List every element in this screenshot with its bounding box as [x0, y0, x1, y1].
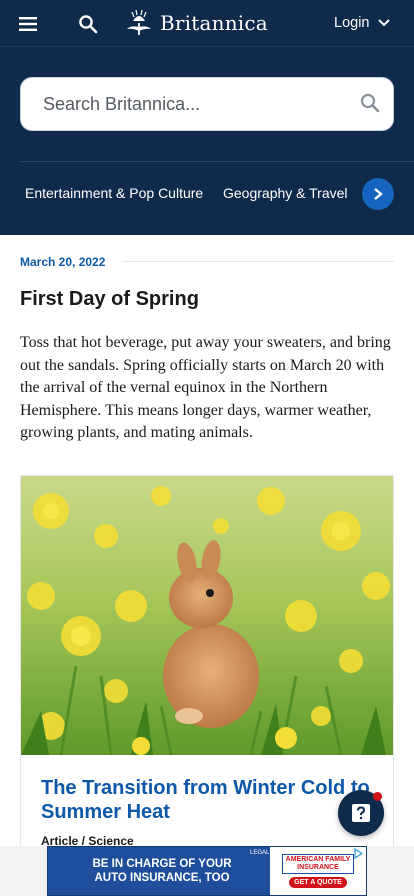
thistle-logo-icon — [127, 9, 151, 35]
search-input[interactable] — [43, 78, 343, 130]
page-title: First Day of Spring — [20, 288, 199, 310]
ad-brand-panel: AMERICAN FAMILY INSURANCE GET A QUOTE — [270, 847, 366, 895]
login-button[interactable]: Login — [334, 10, 391, 36]
ad-headline-line1: BE IN CHARGE OF YOUR — [92, 858, 232, 870]
ad-choices-icon[interactable] — [353, 848, 364, 859]
nav-divider — [0, 46, 414, 47]
search-submit-button[interactable] — [359, 92, 383, 116]
help-question-icon — [352, 804, 370, 822]
search-icon — [79, 15, 98, 34]
login-label: Login — [334, 15, 370, 31]
ad-brand-logo: AMERICAN FAMILY INSURANCE — [281, 854, 355, 874]
ad-brand-line1: AMERICAN FAMILY — [285, 856, 351, 863]
search-bar — [20, 77, 394, 131]
ad-headline-line2: AUTO INSURANCE, TOO — [94, 872, 230, 884]
search-icon — [360, 93, 380, 113]
brand-name: Britannica — [160, 11, 268, 35]
britannica-logo[interactable]: Britannica — [124, 8, 268, 38]
article-intro: Toss that hot beverage, put away your sw… — [20, 334, 391, 442]
category-carousel: Entertainment & Pop Culture Geography & … — [0, 162, 414, 224]
ad-legal-label[interactable]: LEGAL — [248, 849, 272, 857]
category-item[interactable]: Geography & Travel — [223, 185, 348, 201]
category-next-button[interactable] — [362, 178, 394, 210]
category-item[interactable]: Entertainment & Pop Culture — [25, 185, 203, 201]
ad-brand-line2: INSURANCE — [297, 864, 339, 871]
menu-icon — [19, 17, 37, 31]
article-date: March 20, 2022 — [20, 255, 106, 269]
top-navigation: Britannica Login — [0, 0, 414, 46]
article-card[interactable]: The Transition from Winter Cold to Summe… — [20, 475, 394, 896]
ad-cta-button[interactable]: GET A QUOTE — [289, 877, 347, 888]
chevron-down-icon — [378, 19, 391, 27]
bunny-photo[interactable] — [21, 476, 393, 755]
advertisement-banner[interactable]: BE IN CHARGE OF YOUR AUTO INSURANCE, TOO… — [47, 846, 367, 896]
ad-headline: BE IN CHARGE OF YOUR AUTO INSURANCE, TOO — [48, 857, 270, 885]
header-search-button[interactable] — [72, 8, 104, 40]
menu-button[interactable] — [12, 8, 44, 40]
chevron-right-icon — [374, 188, 383, 200]
date-divider — [122, 261, 394, 262]
card-title-link[interactable]: The Transition from Winter Cold to Summe… — [41, 776, 381, 824]
notification-dot — [373, 792, 382, 801]
